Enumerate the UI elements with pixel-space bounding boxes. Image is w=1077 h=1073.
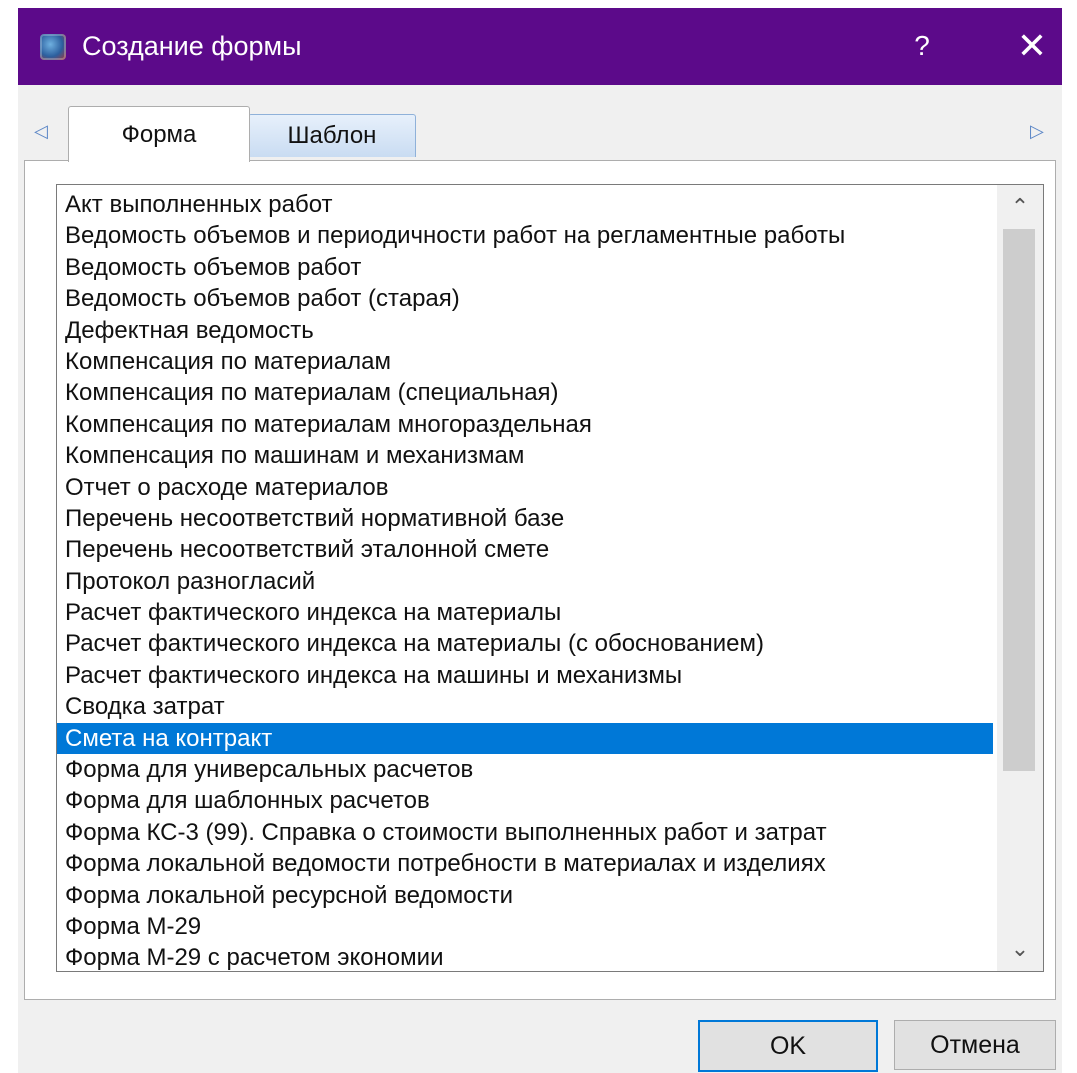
- list-item[interactable]: Расчет фактического индекса на материалы…: [57, 628, 993, 659]
- list-item[interactable]: Форма локальной ресурсной ведомости: [57, 880, 993, 911]
- tab-forma[interactable]: Форма: [68, 106, 250, 162]
- scroll-down-icon[interactable]: ⌄: [997, 927, 1043, 971]
- scroll-up-icon[interactable]: ⌃: [997, 185, 1043, 229]
- forms-list: Акт выполненных работ Ведомость объемов и…: [57, 189, 993, 971]
- list-item[interactable]: Компенсация по материалам: [57, 346, 993, 377]
- ok-button[interactable]: OK: [698, 1020, 878, 1072]
- list-item-selected[interactable]: Смета на контракт: [57, 722, 993, 755]
- dialog-window: Создание формы ? ✕ ◁ ▷ Форма Шаблон Акт …: [18, 8, 1062, 1073]
- list-item[interactable]: Протокол разногласий: [57, 566, 993, 597]
- list-item[interactable]: Перечень несоответствий эталонной смете: [57, 534, 993, 565]
- list-item[interactable]: Сводка затрат: [57, 691, 993, 722]
- tab-scroll-right-icon[interactable]: ▷: [1030, 120, 1044, 142]
- tab-scroll-left-icon[interactable]: ◁: [34, 120, 48, 142]
- title-bar: Создание формы ? ✕: [18, 8, 1062, 85]
- window-title: Создание формы: [82, 31, 302, 61]
- list-item[interactable]: Акт выполненных работ: [57, 189, 993, 220]
- close-button[interactable]: ✕: [1012, 26, 1052, 66]
- list-item[interactable]: Компенсация по машинам и механизмам: [57, 440, 993, 471]
- list-item[interactable]: Ведомость объемов работ: [57, 252, 993, 283]
- list-item[interactable]: Расчет фактического индекса на материалы: [57, 597, 993, 628]
- list-item[interactable]: Форма М-29 с расчетом экономии: [57, 942, 993, 971]
- list-item[interactable]: Форма для универсальных расчетов: [57, 754, 993, 785]
- list-item[interactable]: Форма М-29: [57, 911, 993, 942]
- list-item[interactable]: Форма локальной ведомости потребности в …: [57, 848, 993, 879]
- list-item[interactable]: Форма для шаблонных расчетов: [57, 785, 993, 816]
- list-item[interactable]: Компенсация по материалам (специальная): [57, 377, 993, 408]
- list-item[interactable]: Перечень несоответствий нормативной базе: [57, 503, 993, 534]
- app-logo-icon: [40, 34, 66, 60]
- list-item[interactable]: Ведомость объемов работ (старая): [57, 283, 993, 314]
- forms-listbox[interactable]: Акт выполненных работ Ведомость объемов и…: [56, 184, 1044, 972]
- list-item[interactable]: Дефектная ведомость: [57, 315, 993, 346]
- scroll-thumb[interactable]: [1003, 229, 1035, 771]
- list-item[interactable]: Ведомость объемов и периодичности работ …: [57, 220, 993, 251]
- tab-shablon[interactable]: Шаблон: [248, 114, 416, 157]
- list-item[interactable]: Компенсация по материалам многораздельна…: [57, 409, 993, 440]
- list-item[interactable]: Расчет фактического индекса на машины и …: [57, 660, 993, 691]
- cancel-button[interactable]: Отмена: [894, 1020, 1056, 1070]
- list-item[interactable]: Форма КС-3 (99). Справка о стоимости вып…: [57, 817, 993, 848]
- vertical-scrollbar[interactable]: ⌃ ⌄: [997, 185, 1043, 971]
- list-item[interactable]: Отчет о расходе материалов: [57, 472, 993, 503]
- help-button[interactable]: ?: [902, 26, 942, 66]
